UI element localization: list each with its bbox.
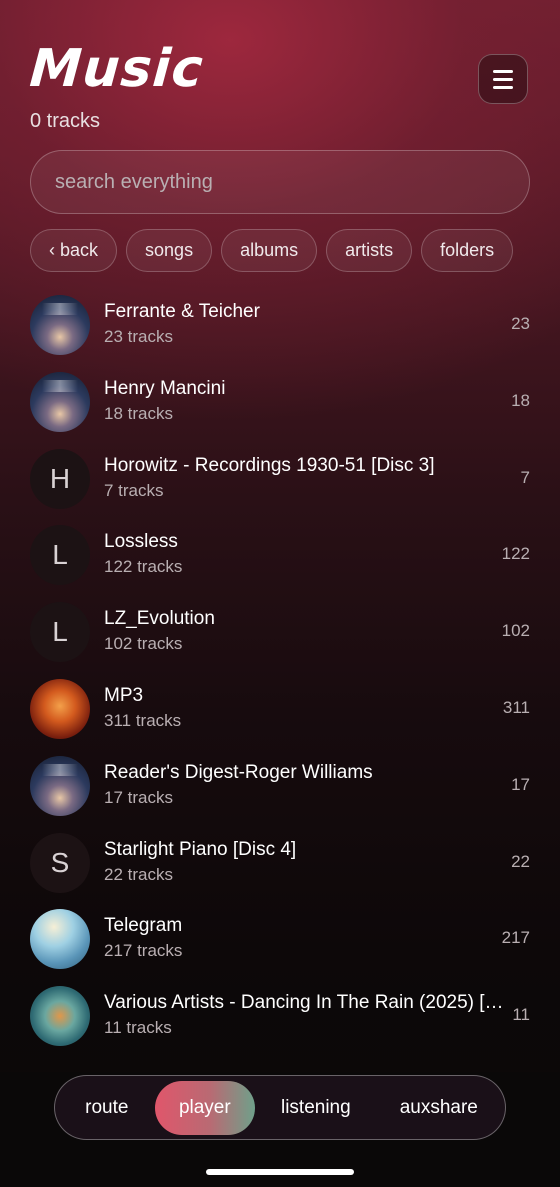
item-count: 11 (512, 1005, 530, 1025)
item-track-count: 17 tracks (104, 787, 173, 807)
item-track-count: 122 tracks (104, 557, 183, 577)
item-track-count: 217 tracks (104, 941, 183, 961)
albums-chip[interactable]: albums (221, 229, 318, 272)
item-count: 122 (501, 544, 530, 564)
home-indicator (206, 1169, 354, 1175)
album-art (30, 678, 90, 739)
item-track-count: 7 tracks (104, 480, 164, 500)
menu-button[interactable] (478, 54, 528, 104)
list-item[interactable]: Reader's Digest-Roger Williams 17 tracks… (0, 747, 560, 824)
item-track-count: 11 tracks (104, 1018, 172, 1038)
item-count: 18 (511, 390, 530, 410)
item-count: 22 (511, 851, 530, 871)
tab-listening[interactable]: listening (255, 1081, 376, 1135)
item-name: Reader's Digest-Roger Williams (104, 761, 373, 783)
item-track-count: 311 tracks (104, 710, 182, 730)
artists-chip[interactable]: artists (326, 229, 413, 272)
item-count: 311 (502, 697, 530, 717)
item-name: Henry Mancini (104, 377, 226, 399)
list-item[interactable]: Telegram 217 tracks 217 (0, 900, 560, 977)
album-art (30, 986, 90, 1047)
item-name: LZ_Evolution (104, 608, 215, 630)
track-count: 0 tracks (30, 110, 101, 132)
item-name: Horowitz - Recordings 1930-51 [Disc 3] (104, 454, 435, 476)
bottom-nav: route player listening auxshare (54, 1075, 506, 1140)
letter-avatar: H (30, 448, 90, 509)
item-name: Starlight Piano [Disc 4] (104, 838, 297, 860)
item-track-count: 23 tracks (104, 327, 173, 346)
item-name: Lossless (104, 531, 178, 553)
album-art (30, 909, 90, 970)
item-name: MP3 (104, 684, 144, 706)
list-item[interactable]: Ferrante & Teicher 23 tracks 23 (0, 286, 560, 363)
album-art (30, 295, 90, 355)
list-item[interactable]: H Horowitz - Recordings 1930-51 [Disc 3]… (0, 440, 560, 517)
page-title: Music (27, 39, 206, 99)
list-item[interactable]: Henry Mancini 18 tracks 18 (0, 363, 560, 440)
album-art (30, 755, 90, 816)
songs-chip[interactable]: songs (126, 229, 213, 272)
back-chip[interactable]: ‹ back (30, 229, 118, 272)
item-count: 17 (511, 774, 530, 794)
item-track-count: 18 tracks (104, 403, 173, 423)
tab-route[interactable]: route (59, 1081, 155, 1135)
item-track-count: 102 tracks (104, 634, 183, 654)
folders-chip[interactable]: folders (421, 229, 514, 272)
tab-player[interactable]: player (154, 1080, 256, 1135)
item-track-count: 22 tracks (104, 864, 173, 884)
filter-chips: ‹ back songs albums artists folders (30, 229, 514, 272)
item-name: Ferrante & Teicher (104, 301, 260, 322)
search-input[interactable] (30, 150, 530, 214)
folder-list: Ferrante & Teicher 23 tracks 23 Henry Ma… (0, 286, 560, 1054)
list-item[interactable]: MP3 311 tracks 311 (0, 670, 560, 747)
item-count: 102 (501, 621, 530, 641)
letter-avatar: L (30, 525, 90, 586)
list-item[interactable]: L LZ_Evolution 102 tracks 102 (0, 593, 560, 670)
list-item[interactable]: S Starlight Piano [Disc 4] 22 tracks 22 (0, 824, 560, 901)
letter-avatar: L (30, 602, 90, 663)
album-art (30, 371, 90, 432)
letter-avatar: S (30, 832, 90, 893)
list-item[interactable]: L Lossless 122 tracks 122 (0, 516, 560, 593)
tab-auxshare[interactable]: auxshare (377, 1081, 501, 1135)
item-count: 217 (501, 928, 530, 948)
item-name: Telegram (104, 915, 183, 937)
item-count: 23 (511, 314, 530, 333)
menu-icon (493, 69, 513, 73)
list-item[interactable]: Various Artists - Dancing In The Rain (2… (0, 977, 560, 1054)
item-count: 7 (520, 467, 530, 487)
item-name: Various Artists - Dancing In The Rain (2… (104, 992, 509, 1014)
